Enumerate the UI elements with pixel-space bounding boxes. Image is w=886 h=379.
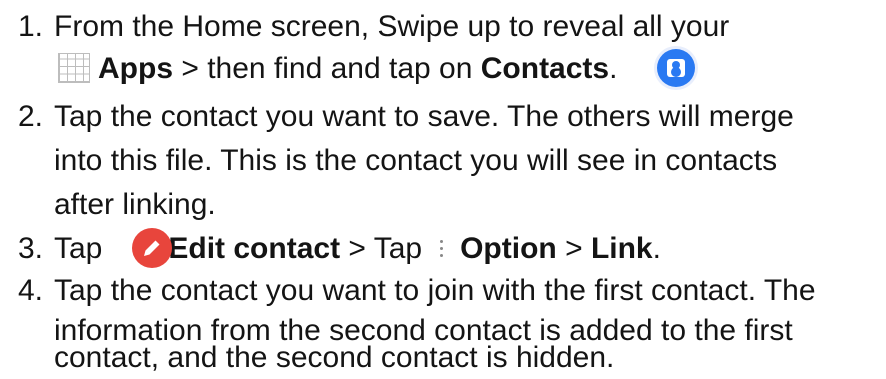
step-number: 3.	[18, 232, 44, 265]
step-text: into this file. This is the contact you …	[54, 144, 778, 177]
step-text: Tap	[54, 232, 103, 265]
step-text: > Tap	[340, 232, 423, 265]
contacts-app-icon	[657, 49, 696, 88]
step-number: 4.	[18, 274, 44, 307]
edit-pencil-icon	[132, 228, 173, 269]
step-text: Tap the contact you want to join with th…	[54, 274, 816, 307]
option-label: Option	[460, 232, 557, 265]
step-text: > then find and tap on	[173, 52, 481, 85]
step-text: .	[652, 232, 661, 265]
apps-label: Apps	[98, 52, 173, 85]
step-text: after linking.	[54, 188, 216, 221]
step-text: contact, and the second contact is hidde…	[54, 341, 615, 374]
step-number: 2.	[18, 100, 44, 133]
step-number: 1.	[18, 10, 44, 43]
step-text: >	[556, 232, 591, 265]
step-text: From the Home screen, Swipe up to reveal…	[54, 10, 730, 43]
edit-contact-label: Edit contact	[168, 232, 341, 265]
step-text: .	[609, 52, 618, 85]
instructions: 1. From the Home screen, Swipe up to rev…	[0, 0, 886, 379]
link-label: Link	[590, 232, 653, 265]
step-text: Tap the contact you want to save. The ot…	[54, 100, 794, 133]
contacts-label: Contacts	[480, 52, 610, 85]
apps-grid-icon	[58, 53, 90, 84]
more-options-icon	[436, 238, 446, 258]
